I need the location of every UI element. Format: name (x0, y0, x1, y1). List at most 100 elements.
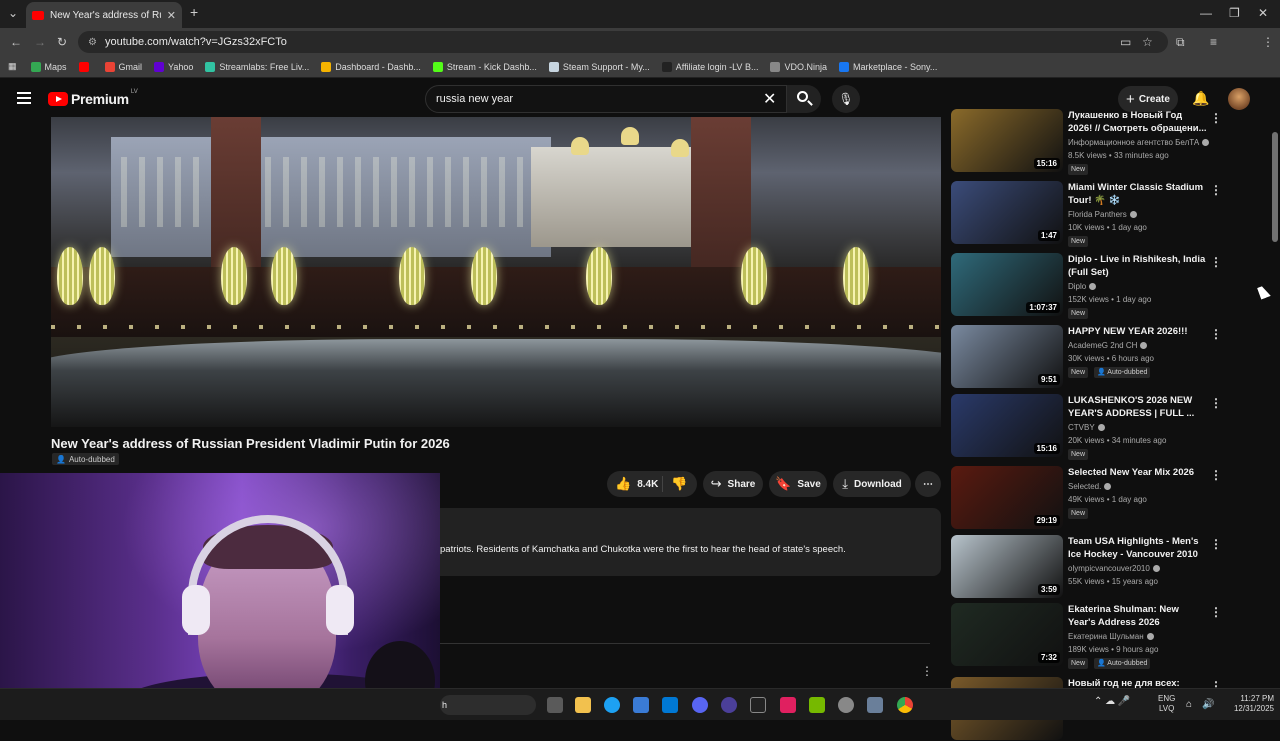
video-menu-icon[interactable]: ⋮ (1210, 537, 1222, 551)
back-icon[interactable]: ← (10, 35, 22, 49)
video-thumbnail[interactable]: 9:51 (951, 325, 1063, 388)
restore-icon[interactable]: ❐ (1229, 6, 1240, 20)
recommended-video[interactable]: 1:47 Miami Winter Classic Stadium Tour! 🌴… (951, 181, 1251, 247)
edge-icon[interactable] (604, 697, 620, 713)
cast-icon[interactable]: ▭ (1120, 35, 1131, 49)
close-tab-icon[interactable]: ✕ (167, 9, 176, 22)
save-button[interactable]: 🔖 Save (769, 471, 827, 497)
recommended-title[interactable]: Лукашенко в Новый Год 2026! // Смотреть … (1068, 109, 1208, 135)
language-indicator[interactable]: ENG LVQ (1158, 694, 1175, 714)
recommended-title[interactable]: LUKASHENKO'S 2026 NEW YEAR'S ADDRESS | F… (1068, 394, 1208, 420)
apps-grid-icon[interactable]: ▦ (8, 61, 17, 72)
bookmark-item[interactable] (78, 61, 93, 72)
video-menu-icon[interactable]: ⋮ (1210, 255, 1222, 269)
bookmark-star-icon[interactable]: ☆ (1142, 35, 1153, 49)
video-thumbnail[interactable]: 15:16 (951, 109, 1063, 172)
epic-games-icon[interactable] (750, 697, 766, 713)
network-icon[interactable]: ⌂ (1186, 699, 1192, 710)
bookmark-item[interactable]: Gmail (104, 61, 142, 72)
channel-name[interactable]: AcademeG 2nd CH (1068, 341, 1148, 350)
tiktok-live-icon[interactable] (780, 697, 796, 713)
video-menu-icon[interactable]: ⋮ (1210, 605, 1222, 619)
bookmark-item[interactable]: Dashboard - Dashb... (321, 61, 421, 72)
reload-icon[interactable]: ↻ (57, 35, 67, 49)
bookmark-item[interactable]: VDO.Ninja (770, 61, 827, 72)
site-info-icon[interactable]: ⚙ (88, 37, 97, 48)
browser-tab-active[interactable]: New Year's address of Russian P ✕ (26, 2, 182, 28)
reading-list-icon[interactable]: ≡ (1210, 35, 1217, 49)
thumbs-up-icon[interactable]: 👍 (615, 476, 631, 492)
browser-menu-icon[interactable]: ⋮ (1262, 35, 1274, 49)
new-tab-icon[interactable]: + (190, 4, 198, 20)
recommended-title[interactable]: Diplo - Live in Rishikesh, India (Full S… (1068, 253, 1208, 279)
volume-icon[interactable]: 🔊 (1202, 699, 1214, 710)
recommended-video[interactable]: 29:19 Selected New Year Mix 2026 Selected.… (951, 466, 1251, 530)
forward-icon[interactable]: → (34, 35, 46, 49)
search-input[interactable]: russia new year (425, 85, 787, 113)
youtube-premium-logo[interactable]: Premium LV (48, 89, 138, 107)
video-thumbnail[interactable]: 1:07:37 (951, 253, 1063, 316)
video-thumbnail[interactable]: 15:16 (951, 394, 1063, 457)
recommended-video[interactable]: 7:32 Ekaterina Shulman: New Year's Addres… (951, 603, 1251, 669)
bookmark-item[interactable]: Marketplace - Sony... (838, 61, 937, 72)
obs-icon[interactable] (838, 697, 854, 713)
nvidia-icon[interactable] (809, 697, 825, 713)
hamburger-menu-icon[interactable] (17, 92, 31, 104)
video-menu-icon[interactable]: ⋮ (1210, 396, 1222, 410)
chrome-icon[interactable] (897, 697, 913, 713)
download-button[interactable]: ⤓ Download (833, 471, 911, 497)
taskbar-search[interactable]: h (440, 695, 536, 715)
channel-name[interactable]: CTVBY (1068, 423, 1105, 432)
video-thumbnail[interactable]: 7:32 (951, 603, 1063, 666)
more-actions-button[interactable]: ⋯ (915, 471, 941, 497)
task-view-icon[interactable] (547, 697, 563, 713)
file-explorer-icon[interactable] (575, 697, 591, 713)
recommended-title[interactable]: Miami Winter Classic Stadium Tour! 🌴 ❄️ (1068, 181, 1208, 207)
comment-menu-icon[interactable]: ⋮ (921, 664, 933, 678)
notifications-bell-icon[interactable]: 🔔 (1192, 90, 1209, 107)
recommended-video[interactable]: 15:16 Лукашенко в Новый Год 2026! // Смот… (951, 109, 1251, 175)
like-count[interactable]: 8.4K (637, 479, 658, 490)
bookmark-item[interactable]: Streamlabs: Free Liv... (205, 61, 309, 72)
bookmark-item[interactable]: Yahoo (154, 61, 193, 72)
discord-icon[interactable] (692, 697, 708, 713)
account-avatar[interactable] (1228, 88, 1250, 110)
media-player-icon[interactable] (721, 697, 737, 713)
recommended-video[interactable]: 9:51 HAPPY NEW YEAR 2026!!! AcademeG 2nd C… (951, 325, 1251, 389)
taskbar-clock[interactable]: 11:27 PM 12/31/2025 (1222, 694, 1274, 714)
address-bar[interactable]: ⚙ youtube.com/watch?v=JGzs32xFCTo (78, 31, 1168, 53)
store-icon[interactable] (633, 697, 649, 713)
channel-name[interactable]: Екатерина Шульман (1068, 632, 1154, 641)
video-menu-icon[interactable]: ⋮ (1210, 183, 1222, 197)
close-window-icon[interactable]: ✕ (1258, 6, 1268, 20)
system-tray[interactable]: ⌃ ☁ 🎤 (1094, 696, 1130, 707)
scrollbar-thumb[interactable] (1272, 132, 1278, 242)
channel-name[interactable]: Информационное агентство БелТА (1068, 138, 1210, 147)
recommended-video[interactable]: 15:16 LUKASHENKO'S 2026 NEW YEAR'S ADDRES… (951, 394, 1251, 460)
video-thumbnail[interactable]: 1:47 (951, 181, 1063, 244)
bookmark-item[interactable]: Steam Support - My... (548, 61, 650, 72)
outlook-icon[interactable] (662, 697, 678, 713)
video-thumbnail[interactable]: 29:19 (951, 466, 1063, 529)
voice-search-button[interactable]: 🎙 (832, 85, 860, 113)
settings-gear-icon[interactable] (867, 697, 883, 713)
minimize-icon[interactable]: — (1200, 6, 1212, 20)
bookmark-item[interactable]: Affiliate login -LV B... (661, 61, 758, 72)
video-player[interactable] (51, 117, 941, 427)
recommended-title[interactable]: Selected New Year Mix 2026 (1068, 466, 1208, 479)
share-button[interactable]: ↪ Share (703, 471, 763, 497)
recommended-title[interactable]: Ekaterina Shulman: New Year's Address 20… (1068, 603, 1208, 629)
search-button[interactable] (787, 85, 821, 113)
bookmark-item[interactable]: Maps (30, 61, 67, 72)
bookmark-item[interactable]: Stream - Kick Dashb... (432, 61, 537, 72)
channel-name[interactable]: Diplo (1068, 282, 1097, 291)
extensions-icon[interactable]: ⧉ (1176, 35, 1185, 50)
channel-name[interactable]: olympicvancouver2010 (1068, 564, 1160, 573)
video-menu-icon[interactable]: ⋮ (1210, 111, 1222, 125)
channel-name[interactable]: Florida Panthers (1068, 210, 1137, 219)
recommended-title[interactable]: Team USA Highlights - Men's Ice Hockey -… (1068, 535, 1208, 561)
video-menu-icon[interactable]: ⋮ (1210, 468, 1222, 482)
clear-search-icon[interactable]: ✕ (763, 89, 776, 109)
recommended-title[interactable]: HAPPY NEW YEAR 2026!!! (1068, 325, 1208, 338)
tab-search-icon[interactable]: ⌄ (8, 6, 18, 20)
